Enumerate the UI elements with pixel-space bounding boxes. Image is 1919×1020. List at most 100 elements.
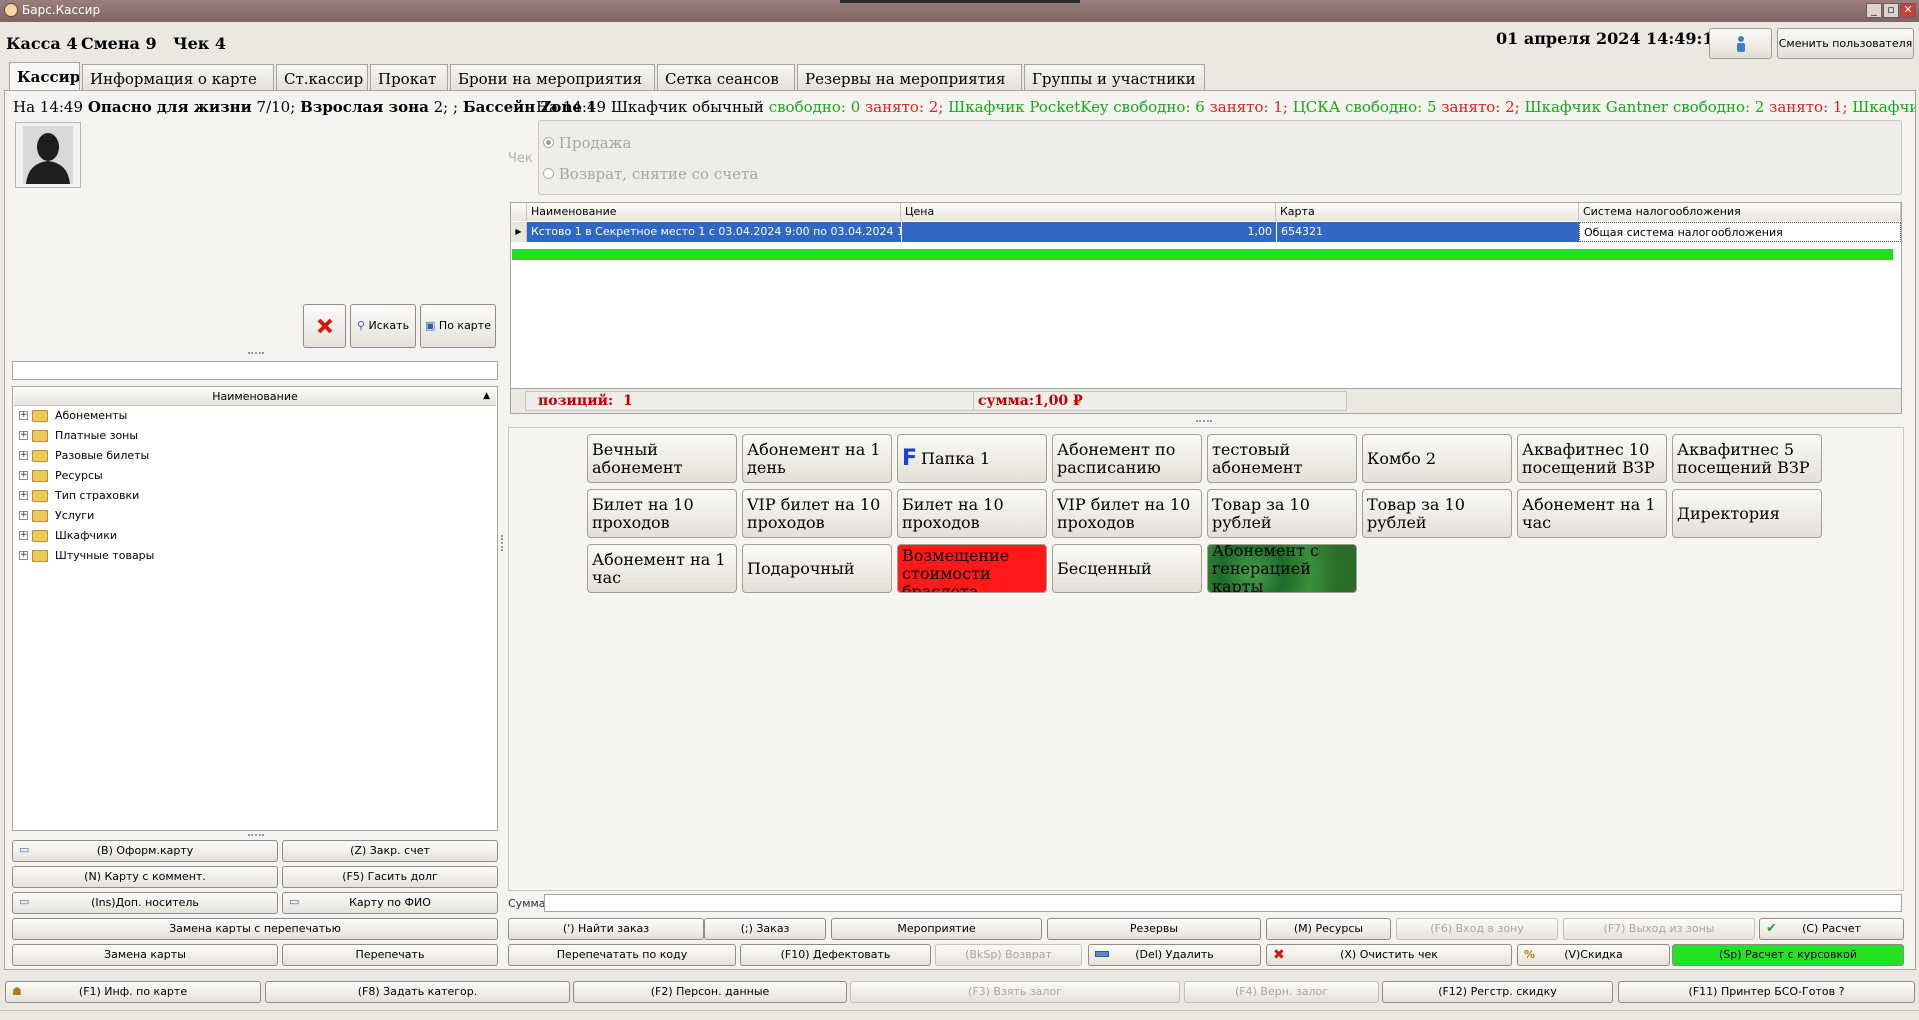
return-button[interactable]: (BkSp) Возврат (935, 944, 1082, 966)
take-deposit-button[interactable]: (F3) Взять залог (850, 981, 1180, 1003)
user-info-button[interactable] (1709, 28, 1772, 59)
tile-ticket-10-b[interactable]: Билет на 10 проходов (897, 489, 1047, 538)
col-tax-header[interactable]: Система налогообложения (1579, 203, 1901, 221)
tile-aquafitness-10[interactable]: Аквафитнес 10 посещений ВЗР (1517, 434, 1667, 483)
folder-icon (32, 410, 48, 422)
return-deposit-button[interactable]: (F4) Верн. залог (1184, 981, 1379, 1003)
folder-icon (32, 530, 48, 542)
tab-senior-cashier[interactable]: Ст.кассир (276, 64, 368, 90)
reserves-button[interactable]: Резервы (1047, 918, 1261, 940)
tab-groups[interactable]: Группы и участники (1024, 64, 1205, 90)
bso-printer-button[interactable]: (F11) Принтер БСО-Готов ? (1618, 981, 1915, 1003)
exit-zone-button[interactable]: (F7) Выход из зоны (1563, 918, 1755, 940)
tile-folder-1[interactable]: F Папка 1 (897, 434, 1047, 483)
folder-icon (32, 470, 48, 482)
card-icon: ▭ (289, 895, 300, 908)
close-account-button[interactable]: (Z) Закр. счет (282, 840, 498, 862)
tile-priceless[interactable]: Бесценный (1052, 544, 1202, 593)
tile-ticket-10[interactable]: Билет на 10 проходов (587, 489, 737, 538)
check-grid[interactable]: Наименование Цена Карта Система налогооб… (510, 202, 1902, 414)
tile-vip-ticket-10[interactable]: VIP билет на 10 проходов (742, 489, 892, 538)
check-sum: сумма:1,00 ₽ (973, 391, 1347, 411)
sum-input[interactable] (544, 894, 1902, 912)
splitter-grip[interactable] (248, 352, 264, 355)
tile-gift[interactable]: Подарочный (742, 544, 892, 593)
tile-goods-10-b[interactable]: Товар за 10 рублей (1362, 489, 1512, 538)
tile-combo-2[interactable]: Комбо 2 (1362, 434, 1512, 483)
event-button[interactable]: Мероприятие (831, 918, 1042, 940)
cell-tax: Общая система налогообложения (1579, 222, 1901, 242)
product-tree[interactable]: Наименование ▲ + Абонементы + Платные зоны… (12, 386, 498, 831)
vertical-splitter-grip[interactable] (501, 535, 504, 551)
tab-kassir[interactable]: Кассир (9, 62, 80, 91)
tab-event-bookings[interactable]: Брони на мероприятия (450, 64, 655, 90)
tile-hour-subscription-b[interactable]: Абонемент на 1 час (587, 544, 737, 593)
discount-button[interactable]: % (V)Скидка (1517, 944, 1670, 966)
radio-icon (543, 168, 554, 179)
cell-card: 654321 (1276, 222, 1579, 242)
col-card-header[interactable]: Карта (1276, 203, 1579, 221)
refund-radio[interactable]: Возврат, снятие со счета (543, 165, 758, 183)
register-discount-button[interactable]: (F12) Регстр. скидку (1382, 981, 1613, 1003)
sale-radio[interactable]: Продажа (543, 134, 631, 152)
personal-data-button[interactable]: (F2) Персон. данные (573, 981, 847, 1003)
tile-directory[interactable]: Директория (1672, 489, 1822, 538)
search-input[interactable] (12, 361, 498, 380)
clear-check-button[interactable]: ✖ (X) Очистить чек (1266, 944, 1512, 966)
tile-vip-ticket-10-b[interactable]: VIP билет на 10 проходов (1052, 489, 1202, 538)
order-button[interactable]: (;) Заказ (704, 918, 826, 940)
replace-card-button[interactable]: Замена карты (12, 944, 278, 966)
card-reader-icon: ▣ (425, 319, 436, 332)
tile-hour-subscription[interactable]: Абонемент на 1 час (1517, 489, 1667, 538)
extra-carrier-button[interactable]: ▭ (Ins)Доп. носитель (12, 892, 278, 914)
table-row[interactable]: ▶ Кстово 1 в Секретное место 1 с 03.04.2… (511, 222, 1901, 242)
splitter-grip[interactable] (248, 834, 264, 837)
defect-button[interactable]: (F10) Дефектовать (740, 944, 931, 966)
card-icon: ▭ (19, 843, 30, 856)
set-category-button[interactable]: (F8) Задать категор. (265, 981, 570, 1003)
tree-header[interactable]: Наименование ▲ (14, 388, 496, 406)
issue-card-button[interactable]: ▭ (B) Оформ.карту (12, 840, 278, 862)
pay-debt-button[interactable]: (F5) Гасить долг (282, 866, 498, 888)
delete-button[interactable]: (Del) Удалить (1088, 944, 1261, 966)
tile-eternal-subscription[interactable]: Вечный абонемент (587, 434, 737, 483)
col-price-header[interactable]: Цена (901, 203, 1276, 221)
enter-zone-button[interactable]: (F6) Вход в зону (1396, 918, 1558, 940)
pay-button[interactable]: ✔ (C) Расчет (1759, 918, 1904, 940)
search-button[interactable]: ⚲ Искать (350, 304, 416, 348)
change-user-button[interactable]: Сменить пользователя (1777, 28, 1914, 59)
card-icon: ▭ (19, 895, 30, 908)
search-by-card-button[interactable]: ▣ По карте (420, 304, 496, 348)
tile-schedule-subscription[interactable]: Абонемент по расписанию (1052, 434, 1202, 483)
resources-button[interactable]: (M) Ресурсы (1266, 918, 1391, 940)
maximize-button[interactable]: ▫ (1883, 3, 1899, 18)
tile-subscription-card-gen[interactable]: Абонемент с генерацией карты (1207, 544, 1357, 593)
tile-aquafitness-5[interactable]: Аквафитнес 5 посещений ВЗР (1672, 434, 1822, 483)
card-info-button[interactable]: ☗ (F1) Инф. по карте (5, 981, 261, 1003)
tile-bracelet-refund[interactable]: Возмещение стоимости браслета (897, 544, 1047, 593)
splitter-grip[interactable] (1196, 420, 1212, 423)
card-by-name-button[interactable]: ▭ Карту по ФИО (282, 892, 498, 914)
tab-event-reserves[interactable]: Резервы на мероприятия (797, 64, 1022, 90)
find-order-button[interactable]: (') Найти заказ (508, 918, 704, 940)
lockers-status: На 14:49 Шкафчик обычный свободно: 0 зан… (536, 98, 1916, 116)
pay-with-rate-button[interactable]: (Sp) Расчет с курсовкой (1672, 944, 1904, 966)
tile-test-subscription[interactable]: тестовый абонемент (1207, 434, 1357, 483)
folder-icon (32, 510, 48, 522)
reprint-by-code-button[interactable]: Перепечатать по коду (508, 944, 736, 966)
close-button[interactable]: ✕ (1900, 3, 1916, 18)
minimize-button[interactable]: _ (1866, 3, 1882, 18)
tile-goods-10[interactable]: Товар за 10 рублей (1207, 489, 1357, 538)
tab-session-grid[interactable]: Сетка сеансов (657, 64, 795, 90)
reprint-button[interactable]: Перепечать (282, 944, 498, 966)
card-with-comment-button[interactable]: (N) Карту с коммент. (12, 866, 278, 888)
magnifier-icon: ⚲ (356, 319, 365, 332)
tab-rental[interactable]: Прокат (370, 64, 448, 90)
col-name-header[interactable]: Наименование (527, 203, 901, 221)
clear-search-button[interactable] (303, 304, 346, 348)
checkmark-icon: ✔ (1766, 921, 1777, 936)
tab-card-info[interactable]: Информация о карте (82, 64, 274, 90)
tile-day-subscription[interactable]: Абонемент на 1 день (742, 434, 892, 483)
sort-arrow-icon: ▲ (483, 391, 490, 401)
replace-card-reprint-button[interactable]: Замена карты с перепечатью (12, 918, 498, 940)
